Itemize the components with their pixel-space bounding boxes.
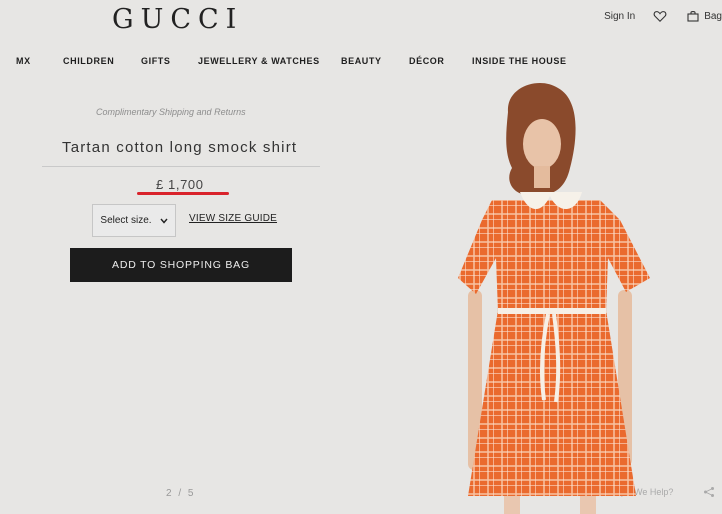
shipping-note: Complimentary Shipping and Returns	[96, 107, 246, 117]
product-title: Tartan cotton long smock shirt	[62, 139, 298, 156]
nav-item-children[interactable]: CHILDREN	[63, 56, 114, 66]
chevron-down-icon	[160, 218, 168, 224]
heart-icon[interactable]	[653, 9, 667, 23]
product-price: £ 1,700	[156, 177, 204, 192]
gucci-logo[interactable]: GUCCI	[112, 4, 243, 35]
product-model-image	[458, 82, 650, 514]
header-utilities: Sign In Bag	[604, 9, 722, 23]
shopping-bag-link[interactable]: Bag	[687, 10, 722, 22]
add-to-bag-button[interactable]: ADD TO SHOPPING BAG	[70, 248, 292, 282]
shopping-bag-icon	[687, 10, 699, 22]
size-select[interactable]: Select size.	[92, 204, 176, 237]
nav-item-mx[interactable]: MX	[16, 56, 31, 66]
nav-item-jewellery-watches[interactable]: JEWELLERY & WATCHES	[198, 56, 320, 66]
title-divider	[42, 166, 320, 167]
size-guide-link[interactable]: VIEW SIZE GUIDE	[189, 213, 277, 224]
bag-label: Bag	[704, 10, 722, 22]
nav-item-inside-the-house[interactable]: INSIDE THE HOUSE	[472, 56, 567, 66]
gallery-pager: 2 / 5	[166, 488, 196, 499]
sign-in-link[interactable]: Sign In	[604, 11, 635, 22]
size-select-label: Select size.	[100, 215, 152, 226]
main-nav: MX CHILDREN GIFTS JEWELLERY & WATCHES BE…	[0, 56, 722, 70]
nav-item-beauty[interactable]: BEAUTY	[341, 56, 382, 66]
nav-item-decor[interactable]: DÉCOR	[409, 56, 445, 66]
nav-item-gifts[interactable]: GIFTS	[141, 56, 171, 66]
price-highlight-underline	[137, 192, 229, 195]
